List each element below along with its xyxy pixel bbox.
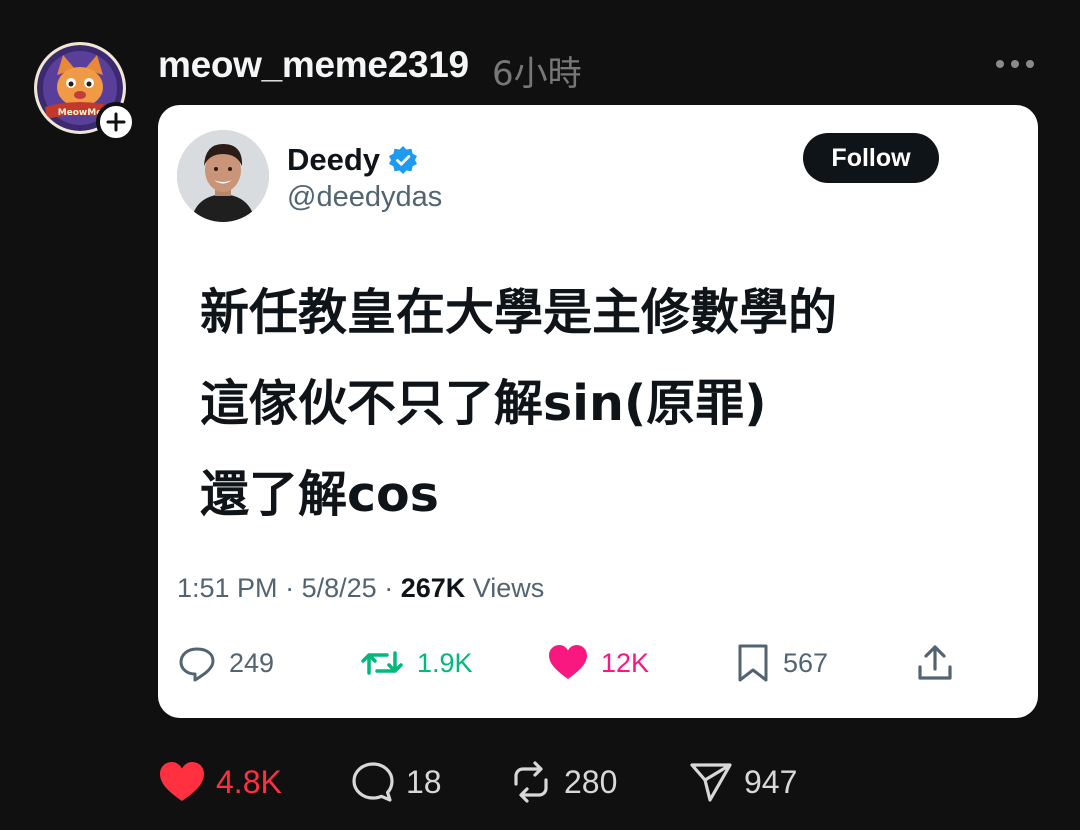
meta-separator: · bbox=[384, 573, 394, 603]
reply-icon bbox=[179, 647, 215, 682]
tweet-time: 1:51 PM bbox=[177, 573, 278, 603]
share-button[interactable]: 947 bbox=[688, 760, 797, 804]
tweet-like-stat: 12K bbox=[547, 643, 649, 683]
comment-icon bbox=[352, 762, 394, 802]
tweet-bookmark-count: 567 bbox=[783, 647, 829, 678]
tweet-views-label: Views bbox=[472, 573, 545, 603]
heart-filled-icon bbox=[549, 645, 587, 679]
tweet-text-line: 新任教皇在大學是主修數學的 bbox=[200, 284, 838, 341]
share-upload-icon bbox=[918, 645, 952, 680]
retweet-icon bbox=[361, 651, 403, 675]
tweet-text: 新任教皇在大學是主修數學的 這傢伙不只了解sin(原罪) 還了解cos bbox=[200, 267, 1000, 540]
repost-icon bbox=[514, 761, 548, 803]
send-icon bbox=[690, 763, 732, 802]
meta-separator: · bbox=[285, 573, 295, 603]
threads-post: MeowMe meow_meme2319 6小時 Deedy @deedydas… bbox=[0, 0, 1080, 830]
tweet-card[interactable]: Deedy @deedydas Follow 新任教皇在大學是主修數學的 這傢伙… bbox=[158, 105, 1038, 718]
comment-button[interactable]: 18 bbox=[350, 760, 442, 804]
tweet-like-count: 12K bbox=[601, 647, 650, 678]
like-button[interactable]: 4.8K bbox=[158, 760, 282, 804]
repost-count: 280 bbox=[564, 763, 618, 800]
verified-badge-icon bbox=[389, 146, 418, 174]
tweet-actions: 249 1.9K 12K 567 bbox=[177, 643, 967, 683]
more-dot-icon bbox=[996, 60, 1004, 68]
bookmark-icon bbox=[738, 644, 768, 682]
more-dot-icon bbox=[1026, 60, 1034, 68]
tweet-meta: 1:51 PM · 5/8/25 · 267K Views bbox=[177, 573, 544, 604]
share-count: 947 bbox=[744, 763, 798, 800]
tweet-text-line: 還了解cos bbox=[200, 466, 439, 523]
like-count: 4.8K bbox=[216, 763, 282, 800]
tweet-share-stat bbox=[915, 643, 955, 683]
post-timestamp: 6小時 bbox=[492, 54, 582, 94]
tweet-reply-stat: 249 bbox=[177, 643, 274, 683]
heart-filled-icon bbox=[160, 762, 204, 801]
author-avatar-wrap[interactable]: MeowMe bbox=[34, 42, 136, 142]
tweet-date: 5/8/25 bbox=[301, 573, 377, 603]
tweet-author-avatar bbox=[177, 130, 269, 222]
tweet-retweet-stat: 1.9K bbox=[359, 643, 473, 683]
more-dot-icon bbox=[1011, 60, 1019, 68]
tweet-reply-count: 249 bbox=[229, 647, 275, 678]
tweet-views-count: 267K bbox=[400, 573, 466, 603]
plus-icon bbox=[106, 112, 126, 132]
tweet-author-name-row: Deedy bbox=[287, 142, 418, 178]
tweet-author-handle: @deedydas bbox=[287, 181, 443, 213]
comment-count: 18 bbox=[406, 763, 442, 800]
tweet-author-name: Deedy bbox=[287, 142, 381, 177]
repost-button[interactable]: 280 bbox=[508, 760, 617, 804]
tweet-follow-button: Follow bbox=[803, 133, 939, 183]
follow-plus-button[interactable] bbox=[96, 102, 136, 142]
author-username[interactable]: meow_meme2319 bbox=[158, 44, 469, 86]
tweet-bookmark-stat: 567 bbox=[735, 643, 828, 683]
more-options-button[interactable] bbox=[996, 60, 1034, 68]
tweet-retweet-count: 1.9K bbox=[417, 647, 473, 678]
tweet-text-line: 這傢伙不只了解sin(原罪) bbox=[200, 375, 767, 432]
